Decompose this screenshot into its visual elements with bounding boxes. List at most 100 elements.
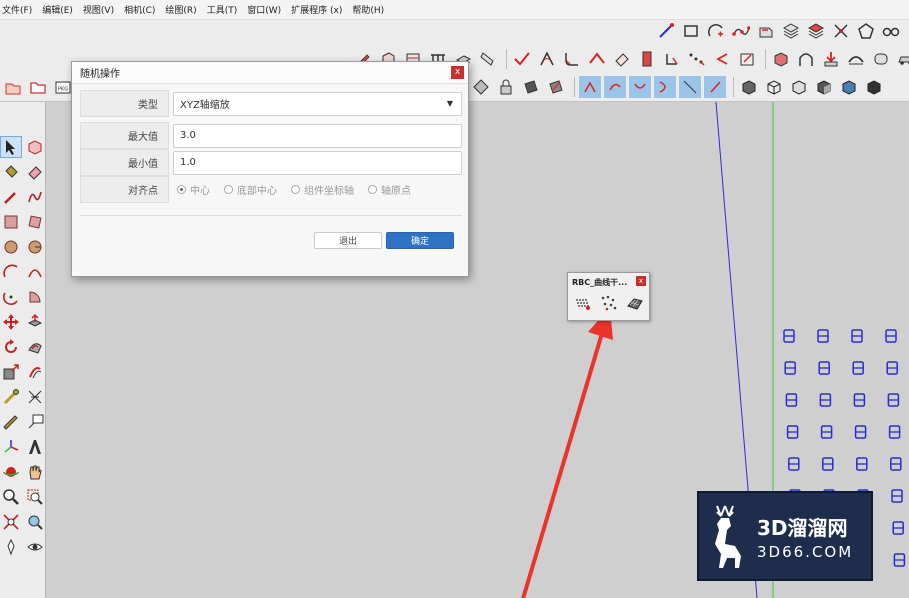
menu-tools[interactable]: 工具(T) bbox=[207, 3, 238, 16]
orbit-icon[interactable] bbox=[0, 461, 22, 483]
component-box[interactable] bbox=[788, 457, 800, 471]
circle-icon[interactable] bbox=[0, 236, 22, 258]
solid-outer-icon[interactable] bbox=[470, 76, 492, 98]
push-shape-icon[interactable] bbox=[755, 20, 777, 42]
eraser-icon[interactable] bbox=[24, 161, 46, 183]
menu-camera[interactable]: 相机(C) bbox=[124, 3, 155, 16]
max-value-input[interactable]: 3.0 bbox=[173, 123, 462, 148]
look-around-icon[interactable] bbox=[24, 536, 46, 558]
component-box[interactable] bbox=[891, 489, 903, 503]
dialog-close-button[interactable]: x bbox=[451, 66, 464, 79]
style-mono-icon[interactable] bbox=[863, 76, 885, 98]
arch-icon[interactable] bbox=[795, 48, 817, 70]
arc-3pt-icon[interactable] bbox=[0, 286, 22, 308]
menu-edit[interactable]: 编辑(E) bbox=[42, 3, 73, 16]
component-box[interactable] bbox=[817, 329, 829, 343]
menu-window[interactable]: 窗口(W) bbox=[247, 3, 281, 16]
component-box[interactable] bbox=[783, 329, 795, 343]
zoom-prev-icon[interactable] bbox=[24, 511, 46, 533]
component-box[interactable] bbox=[820, 425, 833, 439]
angle-tool-icon[interactable] bbox=[536, 48, 558, 70]
protractor-icon[interactable] bbox=[0, 411, 22, 433]
axis-draw-icon[interactable] bbox=[655, 20, 677, 42]
grid-surface-icon[interactable] bbox=[623, 291, 646, 315]
menu-help[interactable]: 帮助(H) bbox=[352, 3, 384, 16]
tape-measure-icon[interactable] bbox=[0, 386, 22, 408]
component-box[interactable] bbox=[852, 361, 864, 375]
curve-array-icon[interactable] bbox=[571, 291, 594, 315]
paint-bucket-icon[interactable] bbox=[0, 161, 22, 183]
component-box[interactable] bbox=[822, 457, 834, 471]
component-box[interactable] bbox=[893, 553, 906, 567]
component-box[interactable] bbox=[856, 457, 868, 471]
polygon-draw-icon[interactable] bbox=[24, 236, 46, 258]
text-label-icon[interactable] bbox=[24, 411, 46, 433]
component-box[interactable] bbox=[892, 521, 904, 535]
component-box[interactable] bbox=[819, 393, 832, 407]
rectangle-icon[interactable] bbox=[0, 211, 22, 233]
component-box[interactable] bbox=[890, 457, 902, 471]
view-back-icon[interactable] bbox=[679, 76, 701, 98]
layers-icon[interactable] bbox=[780, 20, 802, 42]
position-camera-icon[interactable] bbox=[0, 536, 22, 558]
min-value-input[interactable]: 1.0 bbox=[173, 150, 462, 175]
eraser-shape-icon[interactable] bbox=[611, 48, 633, 70]
rectangle-select-icon[interactable] bbox=[680, 20, 702, 42]
zoom-extents-icon[interactable] bbox=[0, 511, 22, 533]
component-icon[interactable] bbox=[24, 136, 46, 158]
offset-icon[interactable] bbox=[24, 361, 46, 383]
align-radio-component-axes[interactable]: 组件坐标轴 bbox=[291, 182, 354, 197]
component-box[interactable] bbox=[786, 425, 799, 439]
curve-points-icon[interactable] bbox=[730, 20, 752, 42]
move-icon[interactable] bbox=[0, 311, 22, 333]
pencil-icon[interactable] bbox=[0, 186, 22, 208]
corner-arrow-icon[interactable] bbox=[661, 48, 683, 70]
view-front-icon[interactable] bbox=[629, 76, 651, 98]
open-file-icon[interactable] bbox=[2, 76, 24, 98]
layers-color-icon[interactable] bbox=[805, 20, 827, 42]
style-xray-icon[interactable] bbox=[738, 76, 760, 98]
arc-2pt-icon[interactable] bbox=[24, 261, 46, 283]
push-pull-icon[interactable] bbox=[24, 311, 46, 333]
axes-icon[interactable] bbox=[0, 436, 22, 458]
style-texture-icon[interactable] bbox=[838, 76, 860, 98]
pencil-box-icon[interactable] bbox=[736, 48, 758, 70]
menu-draw[interactable]: 绘图(R) bbox=[165, 3, 196, 16]
rotate-icon[interactable] bbox=[0, 336, 22, 358]
component-box[interactable] bbox=[785, 393, 798, 407]
chevron-left-red-icon[interactable] bbox=[711, 48, 733, 70]
component-box[interactable] bbox=[784, 361, 796, 375]
component-box[interactable] bbox=[853, 393, 866, 407]
view-left-icon[interactable] bbox=[704, 76, 726, 98]
component-box[interactable] bbox=[851, 329, 863, 343]
style-wire-icon[interactable] bbox=[763, 76, 785, 98]
align-radio-bottom-center[interactable]: 底部中心 bbox=[224, 182, 277, 197]
3d-text-icon[interactable] bbox=[24, 436, 46, 458]
pie-icon[interactable] bbox=[24, 286, 46, 308]
pan-hand-icon[interactable] bbox=[24, 461, 46, 483]
scale-icon[interactable] bbox=[0, 361, 22, 383]
style-hidden-icon[interactable] bbox=[788, 76, 810, 98]
type-select[interactable]: XYZ轴缩放 ▼ bbox=[173, 91, 462, 116]
roof-icon[interactable] bbox=[586, 48, 608, 70]
polygon-icon[interactable] bbox=[855, 20, 877, 42]
arc-plus-icon[interactable] bbox=[705, 20, 727, 42]
push-down-icon[interactable] bbox=[820, 48, 842, 70]
exit-button[interactable]: 退出 bbox=[314, 232, 382, 249]
style-shaded-icon[interactable] bbox=[813, 76, 835, 98]
component-box[interactable] bbox=[887, 393, 900, 407]
view-top-icon[interactable] bbox=[604, 76, 626, 98]
fillet-icon[interactable] bbox=[561, 48, 583, 70]
rotated-rect-icon[interactable] bbox=[24, 211, 46, 233]
zoom-window-icon[interactable] bbox=[24, 486, 46, 508]
arc-icon[interactable] bbox=[0, 261, 22, 283]
sheet-slant-icon[interactable] bbox=[477, 48, 499, 70]
random-dots-icon[interactable] bbox=[597, 291, 620, 315]
solid-split-icon[interactable] bbox=[545, 76, 567, 98]
menu-view[interactable]: 视图(V) bbox=[83, 3, 114, 16]
view-iso-icon[interactable] bbox=[579, 76, 601, 98]
align-radio-center[interactable]: 中心 bbox=[177, 182, 210, 197]
menu-extensions[interactable]: 扩展程序 (x) bbox=[291, 3, 342, 16]
door-icon[interactable] bbox=[636, 48, 658, 70]
component-box[interactable] bbox=[888, 425, 901, 439]
